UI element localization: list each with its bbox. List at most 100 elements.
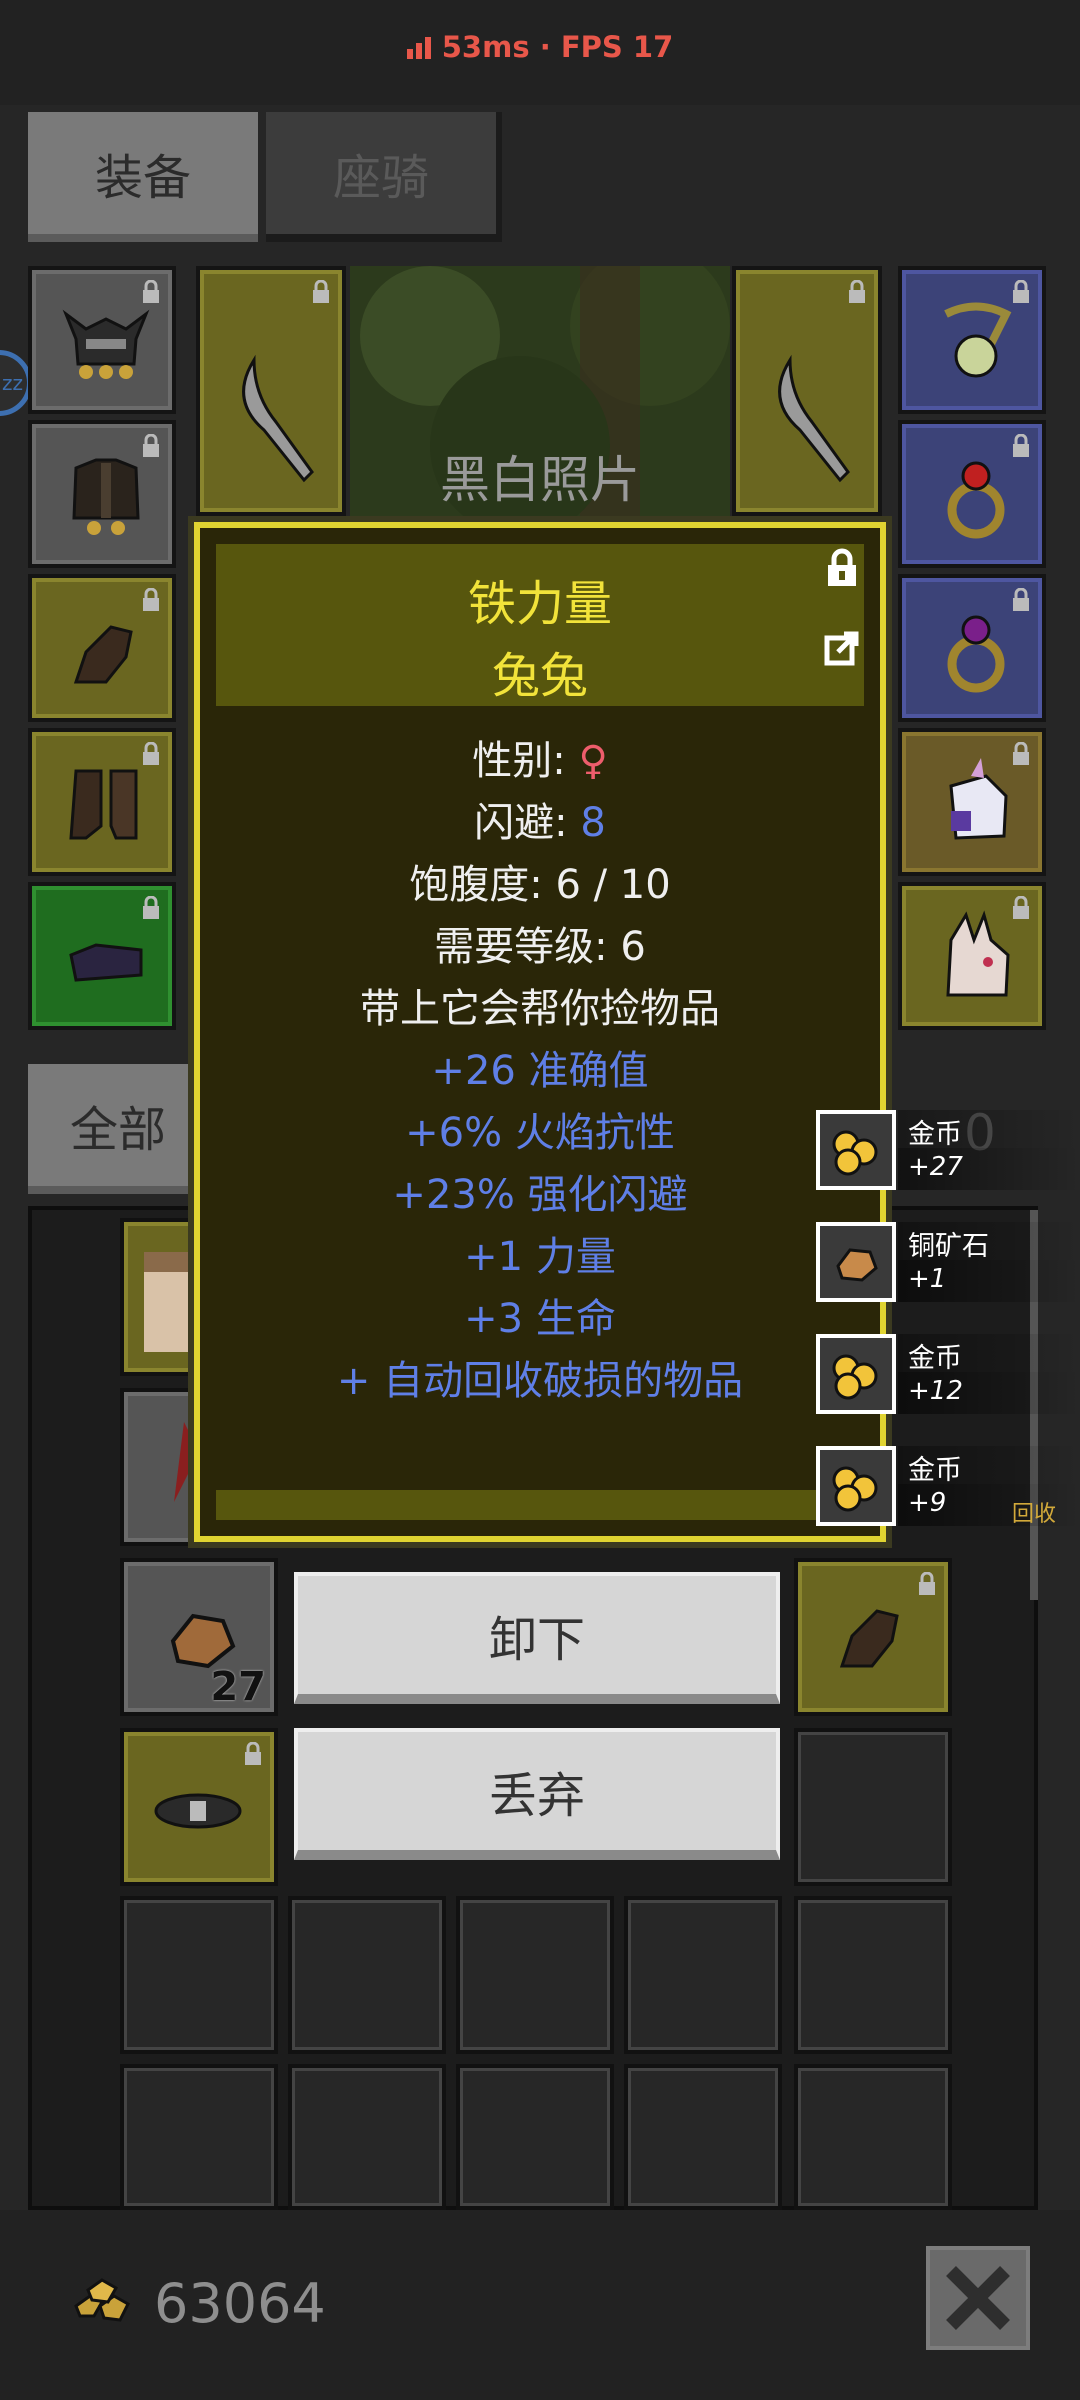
leather-glove-icon (839, 1609, 899, 1668)
offhand-weapon-slot[interactable] (732, 266, 882, 516)
pickup-notification: 金币 +12 (816, 1334, 1080, 1420)
chest-armor-icon (72, 458, 140, 535)
inventory-slot-empty[interactable] (624, 1896, 782, 2054)
bonus-stat: +6% 火焰抗性 (405, 1110, 675, 1156)
inventory-slot-empty[interactable] (794, 1728, 952, 1886)
ping-text: 53ms (441, 30, 530, 64)
item-name: 铁力量 (467, 576, 612, 632)
ring-slot-1[interactable] (898, 420, 1046, 568)
inventory-slot-empty[interactable] (794, 2064, 952, 2210)
gender-line: 性别: ♀ (200, 728, 880, 786)
lock-icon (143, 434, 159, 457)
pickup-qty: +1 (908, 1264, 947, 1294)
tooltip-footer (216, 1490, 864, 1520)
inventory-slot-empty[interactable] (120, 2064, 278, 2210)
lock-icon (849, 280, 865, 303)
inventory-slot-gloves[interactable] (794, 1558, 952, 1716)
signal-icon (406, 32, 434, 66)
ruby-ring-icon (947, 461, 1005, 539)
discard-button[interactable]: 丢弃 (294, 1728, 780, 1860)
lock-icon (143, 588, 159, 611)
gold-coins-icon (74, 2278, 130, 2322)
unicorn-pet-icon (949, 758, 1008, 840)
item-subtitle: 兔兔 (491, 648, 588, 704)
inventory-slot-empty[interactable] (288, 1896, 446, 2054)
stats-separator: · (539, 30, 551, 64)
pickup-icon-frame (816, 1110, 896, 1190)
bonus-stat: +26 准确值 (431, 1048, 649, 1094)
lock-icon (1013, 742, 1029, 765)
amulet-slot[interactable] (898, 266, 1046, 414)
copper-ore-icon (836, 1248, 878, 1282)
recycle-label: 回收 (1012, 1502, 1057, 1527)
lock-icon (245, 1742, 261, 1765)
gold-coins-icon (832, 1130, 878, 1176)
lock-icon (1013, 434, 1029, 457)
inventory-slot-empty[interactable] (456, 2064, 614, 2210)
bonus-stat: +3 生命 (464, 1296, 616, 1342)
bonus-stat: +1 力量 (464, 1234, 616, 1280)
filter-all-button[interactable]: 全部 (28, 1064, 208, 1194)
belt-icon (154, 1793, 242, 1829)
gloves-slot[interactable] (28, 574, 176, 722)
unequip-button[interactable]: 卸下 (294, 1572, 780, 1704)
dark-cloak-icon (69, 943, 143, 982)
bonus-stat: + 自动回收破损的物品 (336, 1358, 744, 1404)
pet-slot-1[interactable] (898, 728, 1046, 876)
pickup-name: 金币 (908, 1119, 962, 1150)
network-stats: 53ms · FPS 17 (0, 30, 1080, 66)
item-tooltip: 铁力量 兔兔 性别: ♀ 闪避: 8 饱腹度: 6 / 10 需要等级: 6 带… (194, 522, 886, 1542)
coin-balance: 63064 (154, 2272, 326, 2335)
lock-icon (919, 1572, 935, 1595)
inventory-slot-empty[interactable] (624, 2064, 782, 2210)
inventory-slot-empty[interactable] (456, 1896, 614, 2054)
dodge-value: 8 (580, 800, 606, 846)
scimitar-icon (242, 354, 314, 483)
amethyst-ring-icon (947, 615, 1005, 693)
share-icon[interactable] (824, 630, 860, 666)
pickup-name: 铜矿石 (908, 1231, 989, 1262)
item-count: 27 (210, 1664, 266, 1710)
pet-slot-2[interactable] (898, 882, 1046, 1030)
pickup-icon-frame (816, 1222, 896, 1302)
pickup-icon-frame (816, 1446, 896, 1526)
pickup-name: 金币 (908, 1455, 962, 1486)
pickup-notification: 铜矿石 +1 (816, 1222, 1080, 1308)
inventory-slot-empty[interactable] (288, 2064, 446, 2210)
amulet-icon (944, 302, 1012, 378)
pickup-qty: +12 (908, 1376, 963, 1406)
boots-slot[interactable] (28, 728, 176, 876)
bonus-stat: +23% 强化闪避 (392, 1172, 688, 1218)
lock-icon (143, 742, 159, 765)
main-weapon-slot[interactable] (196, 266, 346, 516)
pickup-notification: 金币 +27 (816, 1110, 1080, 1196)
boots-icon (69, 769, 138, 840)
dodge-label: 闪避: (474, 800, 581, 846)
lock-icon (313, 280, 329, 303)
cloak-slot[interactable] (28, 882, 176, 1030)
lock-icon (1013, 588, 1029, 611)
gold-coins-icon (832, 1466, 878, 1512)
inventory-slot-empty[interactable] (794, 1896, 952, 2054)
helmet-slot[interactable] (28, 266, 176, 414)
fps-text: FPS 17 (560, 30, 674, 64)
lock-icon (143, 280, 159, 303)
inventory-slot-belt[interactable] (120, 1728, 278, 1886)
gender-label: 性别: (472, 738, 579, 784)
armor-slot[interactable] (28, 420, 176, 568)
pickup-qty: +9 (908, 1488, 947, 1518)
scimitar-icon (778, 354, 850, 483)
pickup-icon-frame (816, 1334, 896, 1414)
inventory-slot-empty[interactable] (120, 1896, 278, 2054)
dodge-line: 闪避: 8 (200, 790, 880, 848)
ring-slot-2[interactable] (898, 574, 1046, 722)
gold-coins-icon (832, 1354, 878, 1400)
gender-value: ♀ (578, 738, 608, 784)
leather-glove-icon (73, 625, 133, 684)
inventory-slot-copper-ore[interactable]: 27 (120, 1558, 278, 1716)
close-button[interactable] (926, 2246, 1030, 2350)
lock-toggle-icon[interactable] (824, 548, 860, 588)
tab-mount[interactable]: 座骑 (266, 112, 502, 242)
lock-icon (1013, 280, 1029, 303)
tab-equipment[interactable]: 装备 (28, 112, 258, 242)
